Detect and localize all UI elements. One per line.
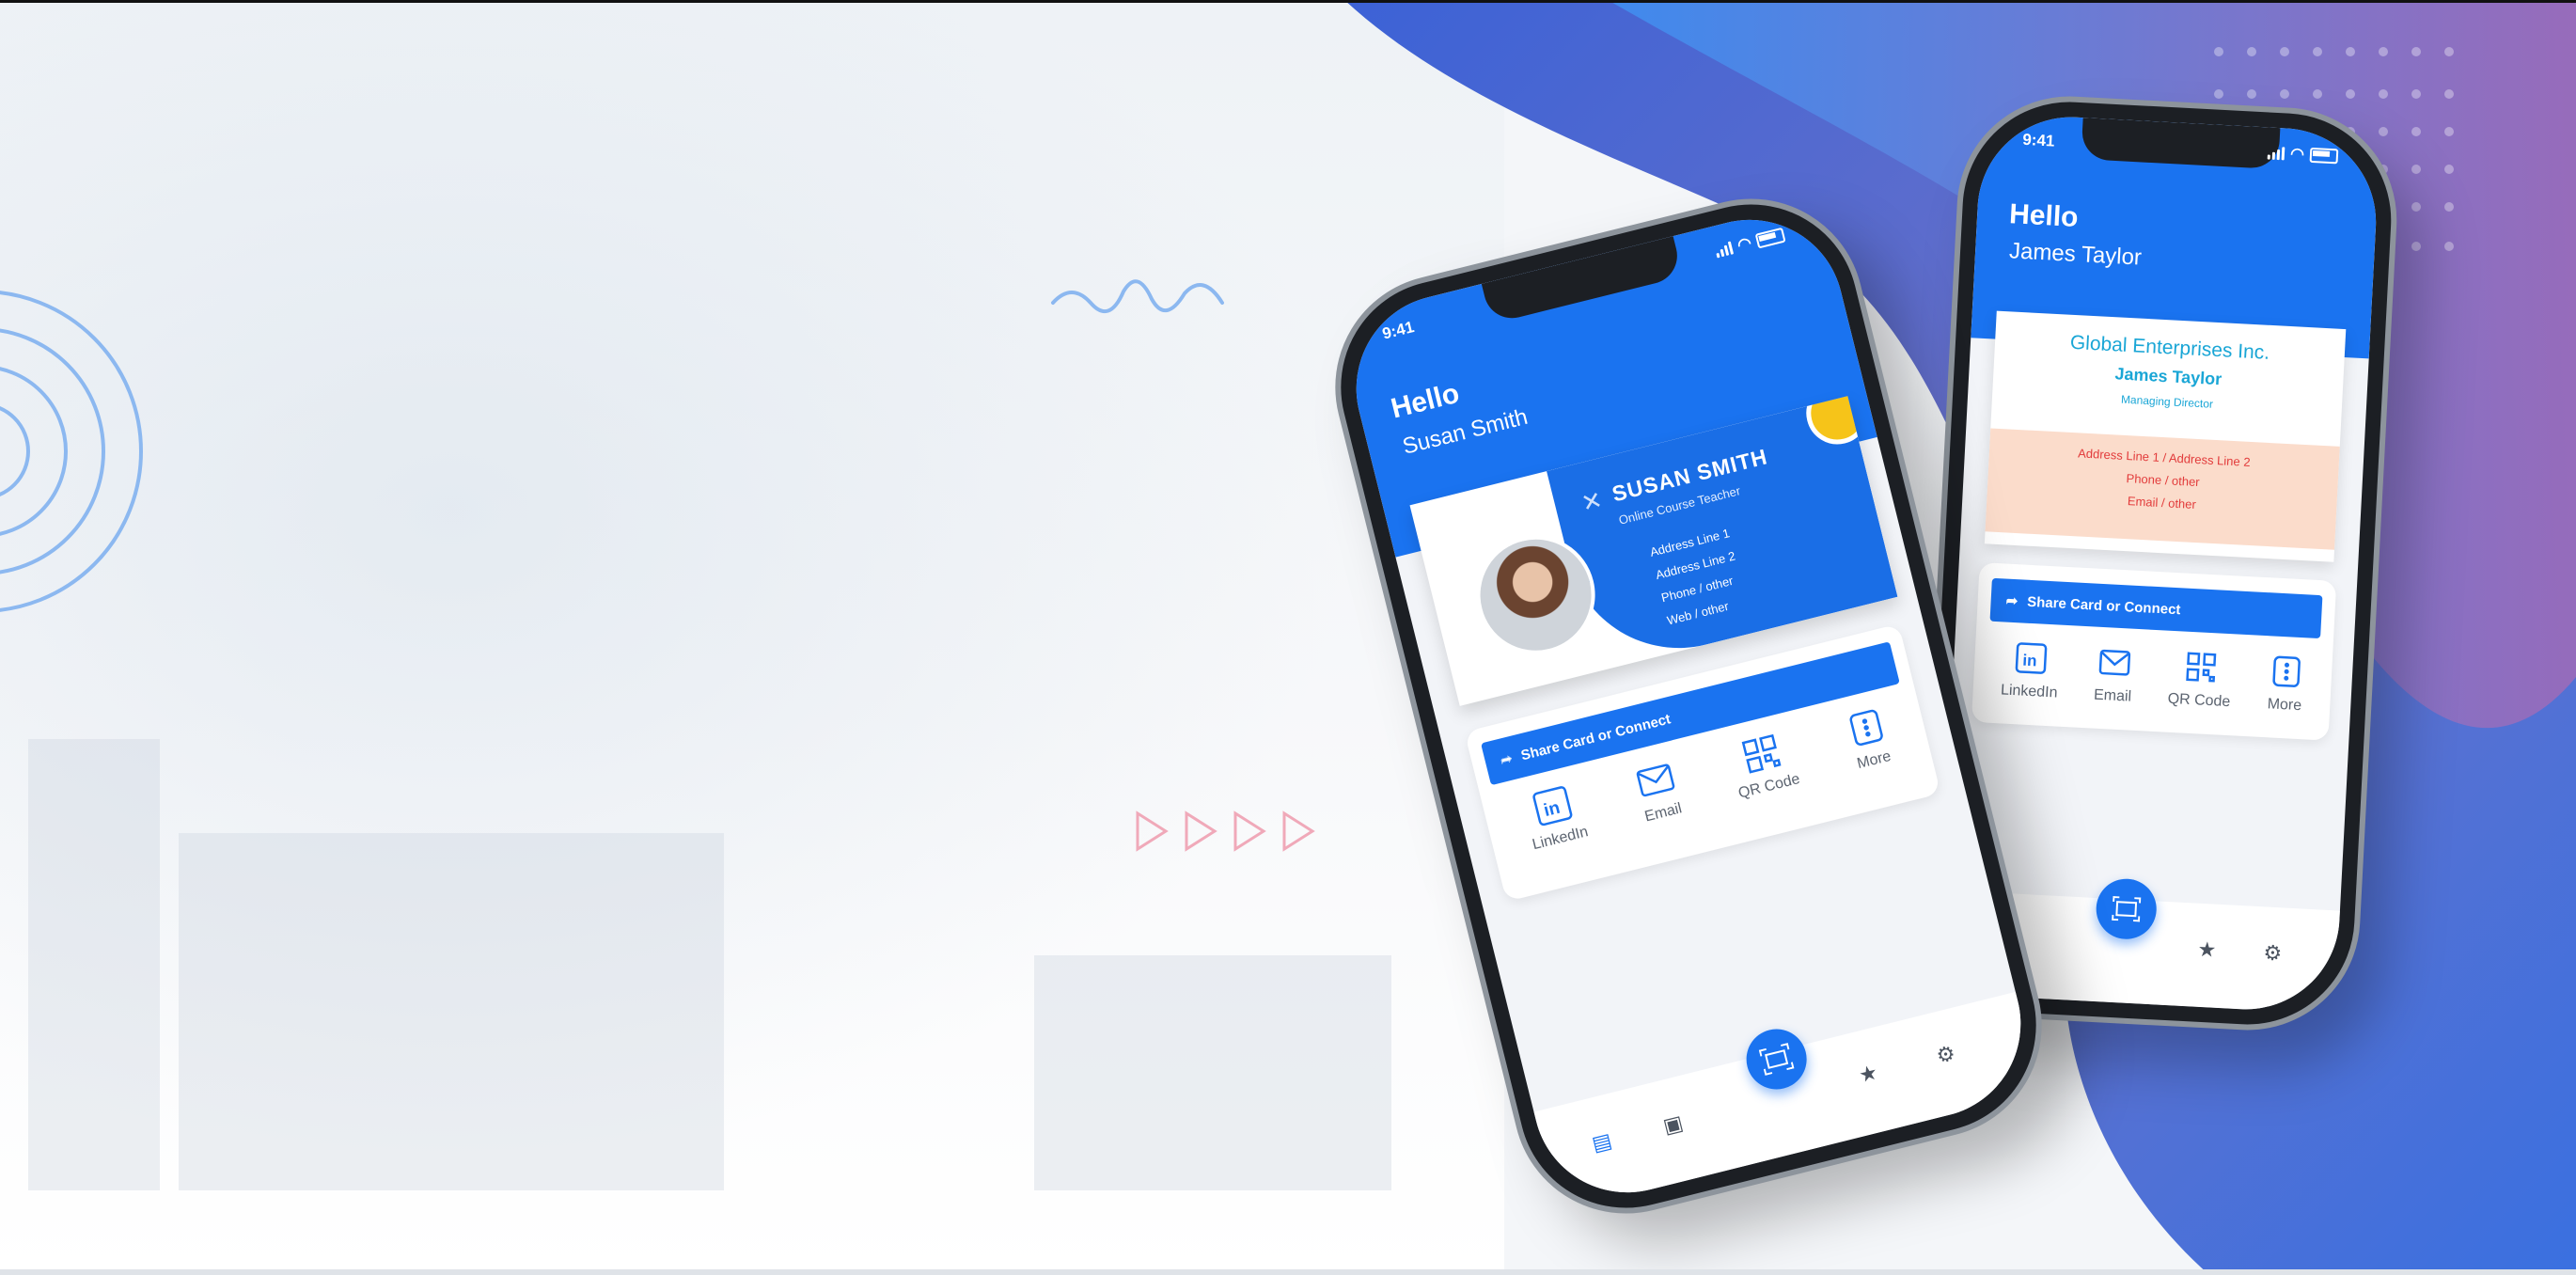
more-icon [2268,653,2305,690]
gear-icon[interactable]: ⚙ [1934,1041,1957,1069]
signal-icon [2267,146,2285,161]
action-label: More [2267,696,2302,715]
scan-card-icon [1758,1043,1795,1076]
greeting: Hello [2008,198,2080,233]
linkedin-action[interactable]: in LinkedIn [2001,638,2061,701]
battery-icon [1754,227,1786,249]
squiggle-line [1051,279,1224,314]
action-label: QR Code [2167,690,2231,711]
scan-card-button[interactable] [2095,877,2159,941]
wifi-icon: ◠ [1735,233,1753,255]
action-label: More [1855,748,1893,773]
svg-text:in: in [1542,798,1562,821]
bottom-border [0,1269,2576,1275]
contact-card-icon[interactable]: ▤ [1590,1128,1614,1157]
scan-card-icon [2112,895,2142,922]
linkedin-action[interactable]: in LinkedIn [1520,781,1590,854]
business-card[interactable]: Global Enterprises Inc. James Taylor Man… [1984,310,2347,562]
arrow-chevrons [1136,811,1315,852]
share-arrow-icon: ➦ [1499,750,1515,769]
greeting: Hello [1388,377,1463,425]
status-time: 9:41 [2021,130,2055,150]
action-label: LinkedIn [1531,824,1590,854]
star-icon[interactable]: ★ [1857,1060,1880,1088]
action-label: Email [1642,800,1684,826]
action-label: LinkedIn [2000,682,2058,701]
qr-code-icon [1739,732,1783,776]
more-action[interactable]: More [1845,706,1893,773]
user-name: James Taylor [2008,238,2143,271]
share-button-label: Share Card or Connect [1518,710,1673,763]
scan-card-button[interactable] [1739,1022,1814,1096]
qr-code-icon [2182,649,2220,686]
concentric-circles [0,291,143,612]
share-arrow-icon: ➦ [2005,592,2018,610]
email-icon [2096,644,2133,682]
email-icon [1634,759,1677,802]
share-button-label: Share Card or Connect [2026,593,2181,618]
gear-icon[interactable]: ⚙ [2263,940,2283,966]
top-border [0,0,2576,3]
qr-code-action[interactable]: QR Code [2167,648,2233,711]
address-block: Address Line 1 / Address Line 2 Phone / … [1985,428,2340,550]
email-action[interactable]: Email [2094,644,2134,706]
signal-icon [1714,241,1735,259]
more-action[interactable]: More [2266,653,2304,715]
document-icon[interactable]: ▣ [1660,1110,1685,1139]
star-icon[interactable]: ★ [2197,937,2217,963]
linkedin-icon: in [2012,639,2050,677]
more-icon [1845,706,1888,749]
qr-code-action[interactable]: QR Code [1726,729,1801,802]
status-time: 9:41 [1380,318,1416,343]
battery-icon [2309,147,2339,165]
action-label: QR Code [1736,770,1802,802]
share-panel: ➦ Share Card or Connect in LinkedIn Emai… [1971,562,2337,741]
email-action[interactable]: Email [1633,759,1684,826]
share-card-button[interactable]: ➦ Share Card or Connect [1989,577,2323,639]
action-label: Email [2093,686,2132,705]
svg-text:in: in [2022,652,2037,670]
linkedin-icon: in [1531,784,1574,827]
wifi-icon: ◠ [2289,144,2305,164]
